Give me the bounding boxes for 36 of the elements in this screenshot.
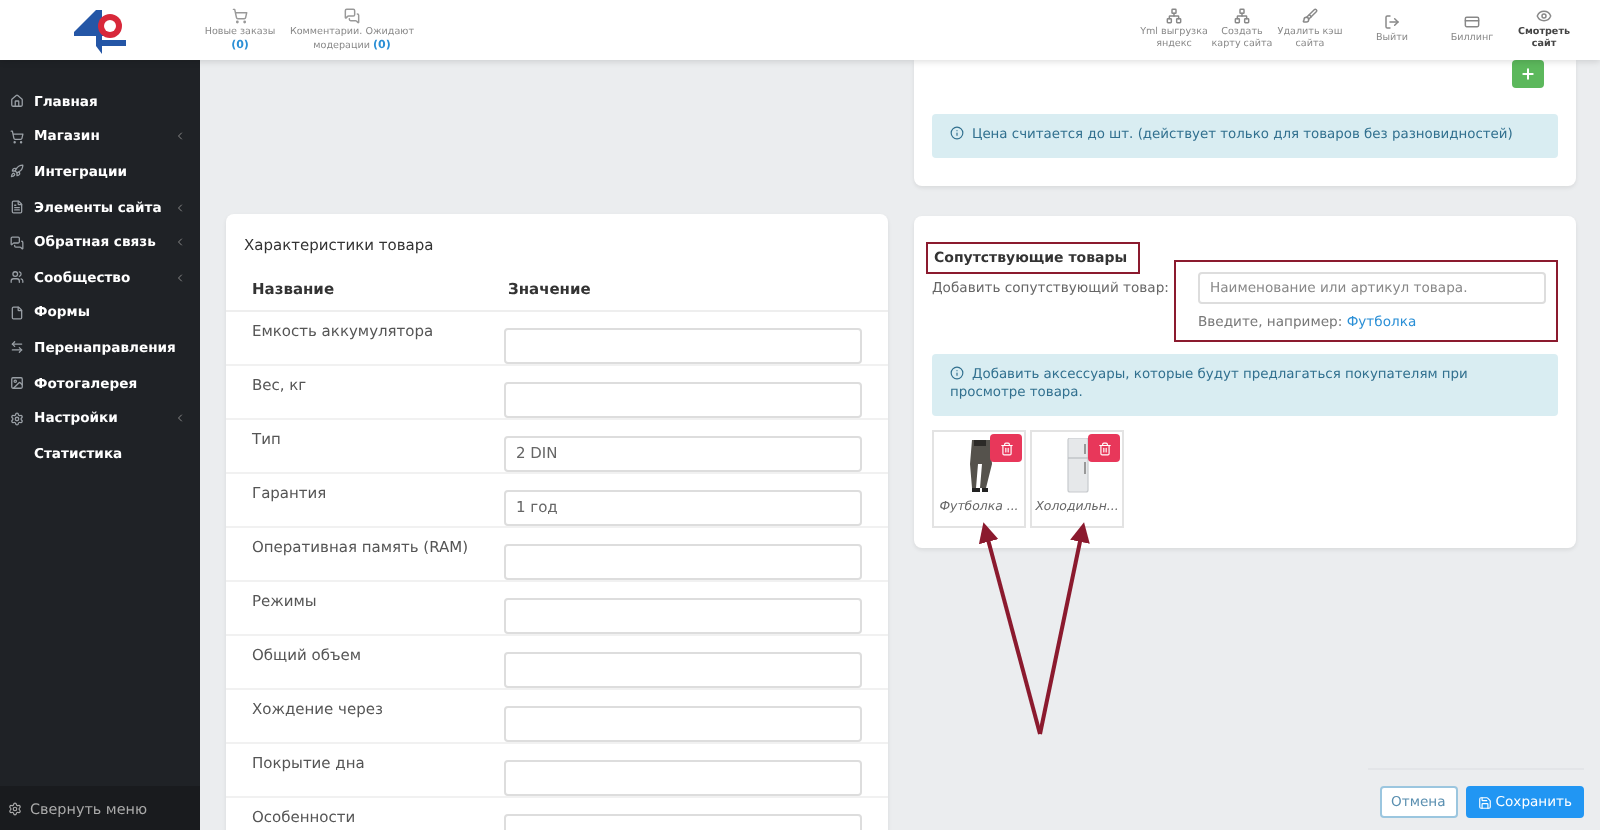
chat-icon: [344, 7, 360, 24]
logout-icon: [1384, 14, 1400, 31]
sitemap-icon: [1166, 8, 1182, 25]
home-icon: [10, 94, 24, 109]
people-icon: [10, 270, 24, 285]
brush-icon: [1302, 8, 1318, 25]
plus-icon: [1520, 66, 1536, 82]
add-button[interactable]: [1512, 60, 1544, 88]
document-icon: [10, 305, 24, 320]
input-field[interactable]: [504, 543, 862, 579]
logo-icon: [70, 5, 130, 55]
delete-button[interactable]: [1088, 434, 1120, 463]
save-icon: [1477, 795, 1492, 809]
input-field[interactable]: [504, 597, 862, 633]
trash-icon: [1097, 441, 1111, 456]
delete-button[interactable]: [990, 434, 1022, 463]
input-field[interactable]: [504, 759, 862, 795]
sitemap-icon: [1234, 8, 1250, 25]
info-icon: [950, 126, 964, 140]
arrows-icon: [10, 340, 24, 355]
input-field[interactable]: [504, 381, 862, 417]
input-field[interactable]: [504, 705, 862, 741]
image-icon: [10, 376, 24, 391]
cart-icon: [10, 129, 24, 144]
trash-icon: [999, 441, 1013, 456]
card-icon: [1464, 14, 1480, 31]
cart-icon: [232, 7, 248, 24]
settings-icon: [8, 801, 22, 815]
input-field[interactable]: [504, 651, 862, 687]
info-icon: [950, 365, 964, 380]
document-icon: [10, 200, 24, 215]
input-field[interactable]: [504, 327, 862, 363]
settings-icon: [10, 411, 24, 426]
eye-icon: [1536, 8, 1552, 25]
rocket-icon: [10, 164, 24, 179]
chat-icon: [10, 235, 24, 250]
